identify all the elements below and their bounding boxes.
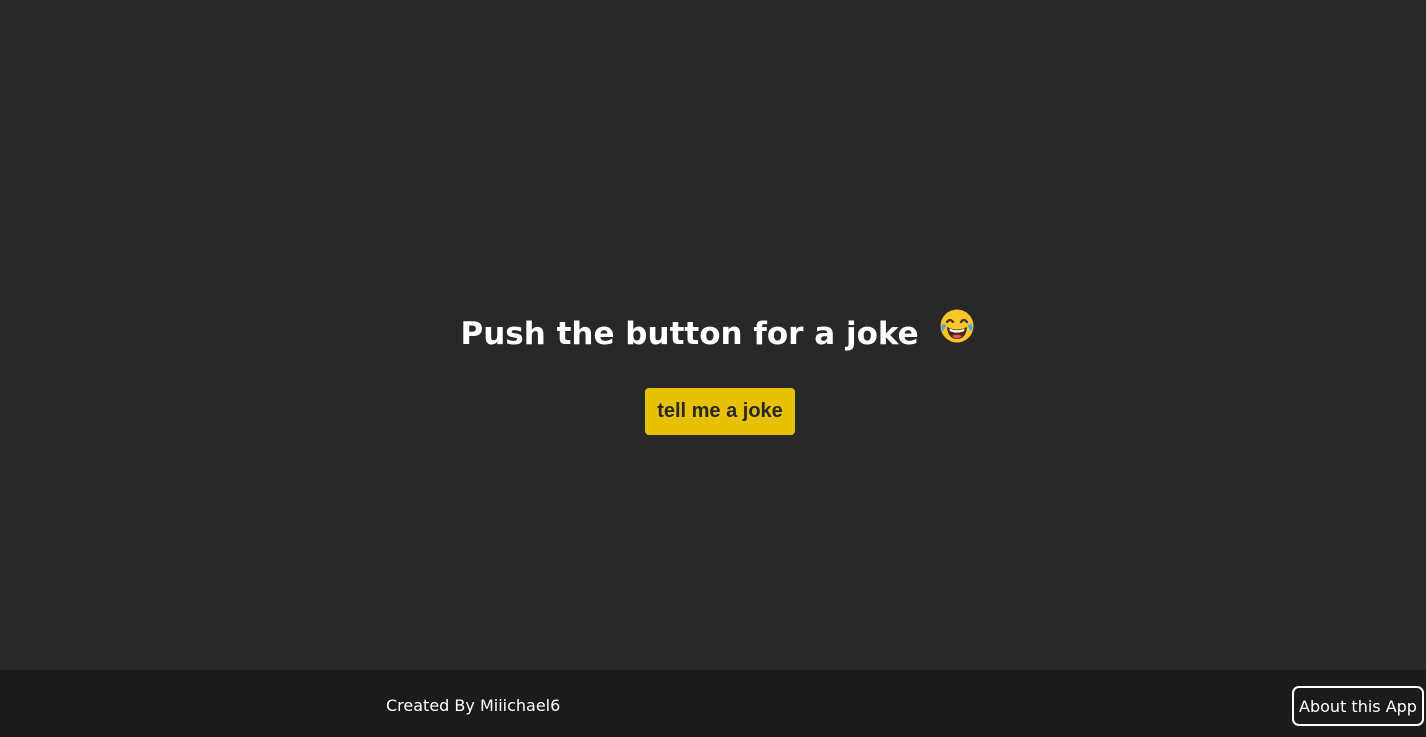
app-page: Push the button for a joke tell me a jok… — [0, 0, 1426, 737]
footer: Created By Miiichael6 About this App — [0, 670, 1426, 737]
main-content: Push the button for a joke tell me a jok… — [0, 0, 1426, 670]
about-app-button[interactable]: About this App — [1292, 686, 1424, 726]
laughing-with-tears-icon — [939, 308, 975, 355]
page-title: Push the button for a joke — [0, 309, 1426, 359]
page-title-text: Push the button for a joke — [460, 316, 919, 352]
footer-credit: Created By Miiichael6 — [386, 696, 561, 715]
tell-joke-button[interactable]: tell me a joke — [645, 388, 795, 435]
